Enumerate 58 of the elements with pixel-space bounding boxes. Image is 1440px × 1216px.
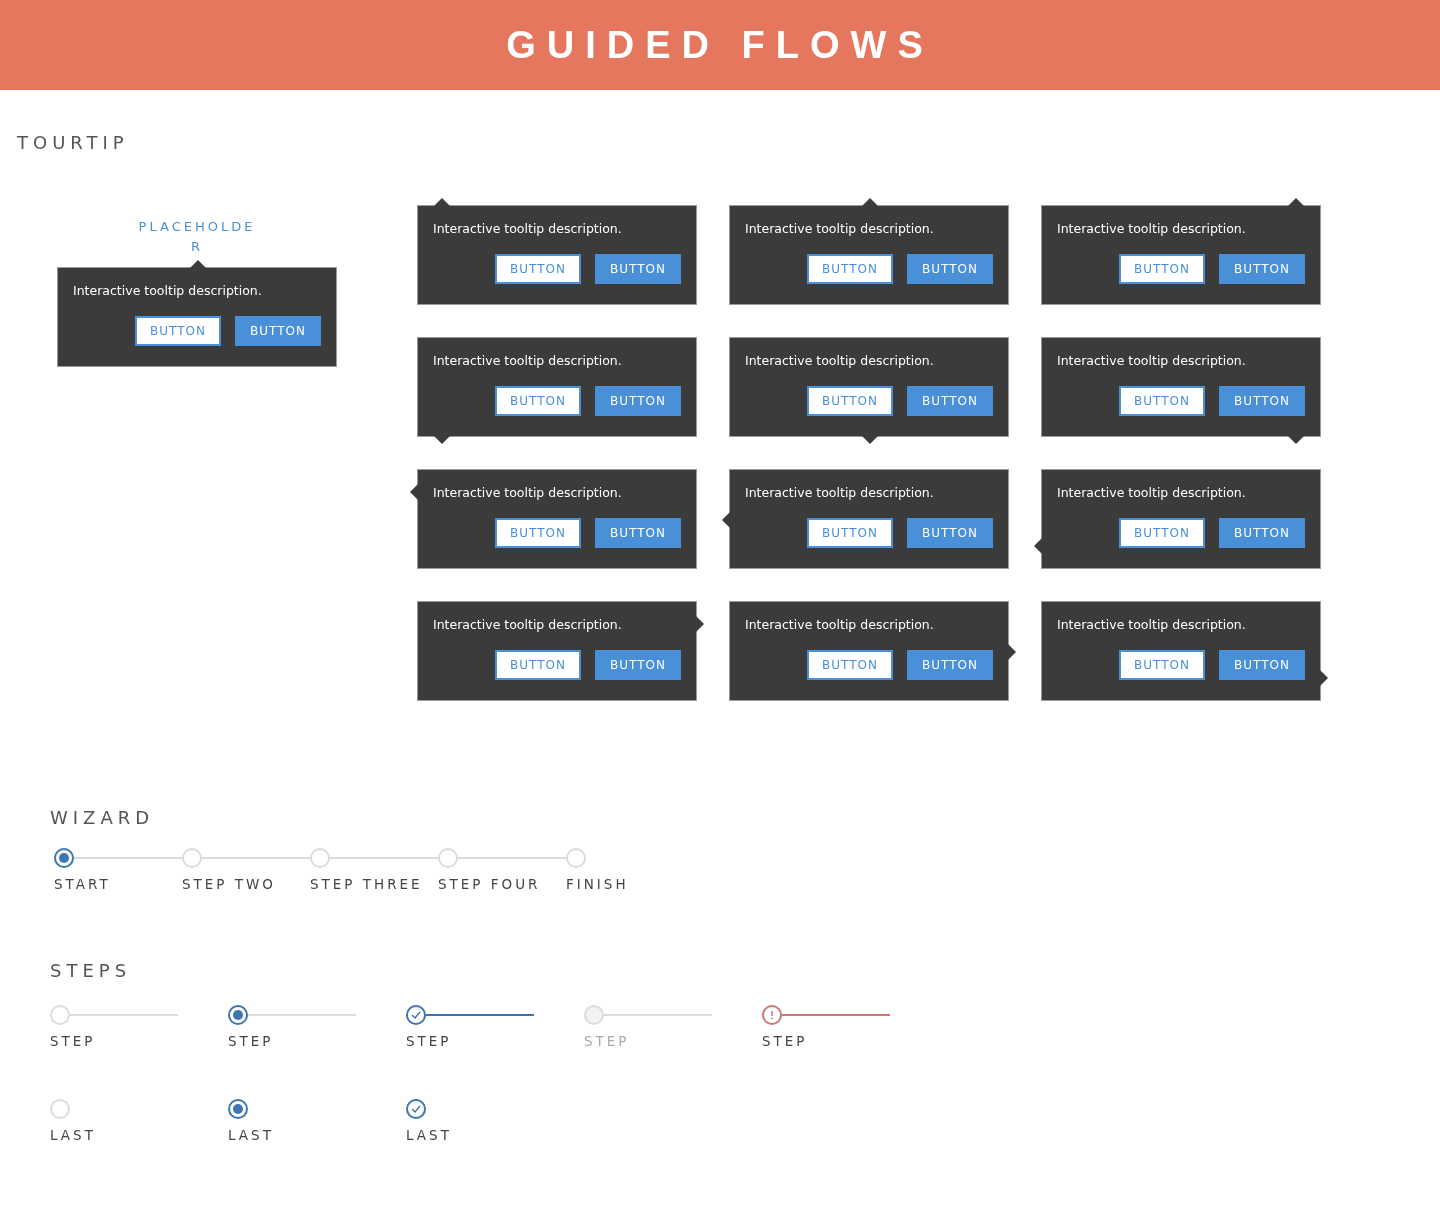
step-label: STEP <box>406 1033 452 1049</box>
tooltip-button[interactable]: BUTTON <box>1119 386 1205 416</box>
tooltip-button[interactable]: BUTTON <box>1219 386 1305 416</box>
tooltip-description: Interactive tooltip description. <box>745 484 935 502</box>
wizard-step-label: FINISH <box>566 876 629 892</box>
tooltip-button[interactable]: BUTTON <box>1219 254 1305 284</box>
tooltip-button[interactable]: BUTTON <box>807 386 893 416</box>
placeholder-label: PLACEHOLDER <box>138 218 256 256</box>
tooltip-description: Interactive tooltip description. <box>433 616 623 634</box>
step-label: STEP <box>50 1033 96 1049</box>
tooltip-button[interactable]: BUTTON <box>495 386 581 416</box>
tooltip-button[interactable]: BUTTON <box>495 254 581 284</box>
tooltip-button[interactable]: BUTTON <box>907 650 993 680</box>
tooltip-button[interactable]: BUTTON <box>1119 650 1205 680</box>
wizard-step-label: STEP THREE <box>310 876 423 892</box>
wizard-step-label: START <box>54 876 111 892</box>
tooltip-button[interactable]: BUTTON <box>907 254 993 284</box>
tooltip-description: Interactive tooltip description. <box>433 220 623 238</box>
tooltip-button[interactable]: BUTTON <box>807 650 893 680</box>
tooltip-button[interactable]: BUTTON <box>807 254 893 284</box>
tooltip-description: Interactive tooltip description. <box>433 484 623 502</box>
tooltip-button[interactable]: BUTTON <box>1119 254 1205 284</box>
tooltip-description: Interactive tooltip description. <box>745 352 935 370</box>
tooltip-description: Interactive tooltip description. <box>745 616 935 634</box>
step-label: LAST <box>406 1127 452 1143</box>
wizard-step-label: STEP FOUR <box>438 876 541 892</box>
tooltip-description: Interactive tooltip description. <box>1057 616 1247 634</box>
tooltip-description: Interactive tooltip description. <box>1057 484 1247 502</box>
tooltip-button[interactable]: BUTTON <box>907 386 993 416</box>
wizard-step-label: STEP TWO <box>182 876 276 892</box>
tooltip-description: Interactive tooltip description. <box>1057 220 1247 238</box>
tooltip-button[interactable]: BUTTON <box>1219 518 1305 548</box>
tooltip-button[interactable]: BUTTON <box>595 254 681 284</box>
tooltip-button[interactable]: BUTTON <box>135 316 221 346</box>
tooltip-button[interactable]: BUTTON <box>235 316 321 346</box>
tooltip-button[interactable]: BUTTON <box>1219 650 1305 680</box>
step-label: LAST <box>228 1127 274 1143</box>
step-label: LAST <box>50 1127 96 1143</box>
tooltip-button[interactable]: BUTTON <box>595 650 681 680</box>
section-heading: WIZARD <box>49 807 156 828</box>
page-title: GUIDED FLOWS <box>506 23 934 67</box>
tooltip-button[interactable]: BUTTON <box>595 518 681 548</box>
step-label: STEP <box>762 1033 808 1049</box>
step-label: STEP <box>228 1033 274 1049</box>
section-heading: TOURTIP <box>16 132 130 153</box>
tooltip-button[interactable]: BUTTON <box>595 386 681 416</box>
tooltip-button[interactable]: BUTTON <box>495 518 581 548</box>
tooltip-description: Interactive tooltip description. <box>433 352 623 370</box>
tooltip-button[interactable]: BUTTON <box>495 650 581 680</box>
tooltip-description: Interactive tooltip description. <box>1057 352 1247 370</box>
tooltip-button[interactable]: BUTTON <box>807 518 893 548</box>
section-heading: STEPS <box>49 960 133 981</box>
tooltip-description: Interactive tooltip description. <box>745 220 935 238</box>
tooltip-description: Interactive tooltip description. <box>73 282 263 300</box>
wizard-step-radio[interactable] <box>54 848 74 868</box>
step-label: STEP <box>584 1033 630 1049</box>
tooltip-button[interactable]: BUTTON <box>1119 518 1205 548</box>
tooltip-button[interactable]: BUTTON <box>907 518 993 548</box>
